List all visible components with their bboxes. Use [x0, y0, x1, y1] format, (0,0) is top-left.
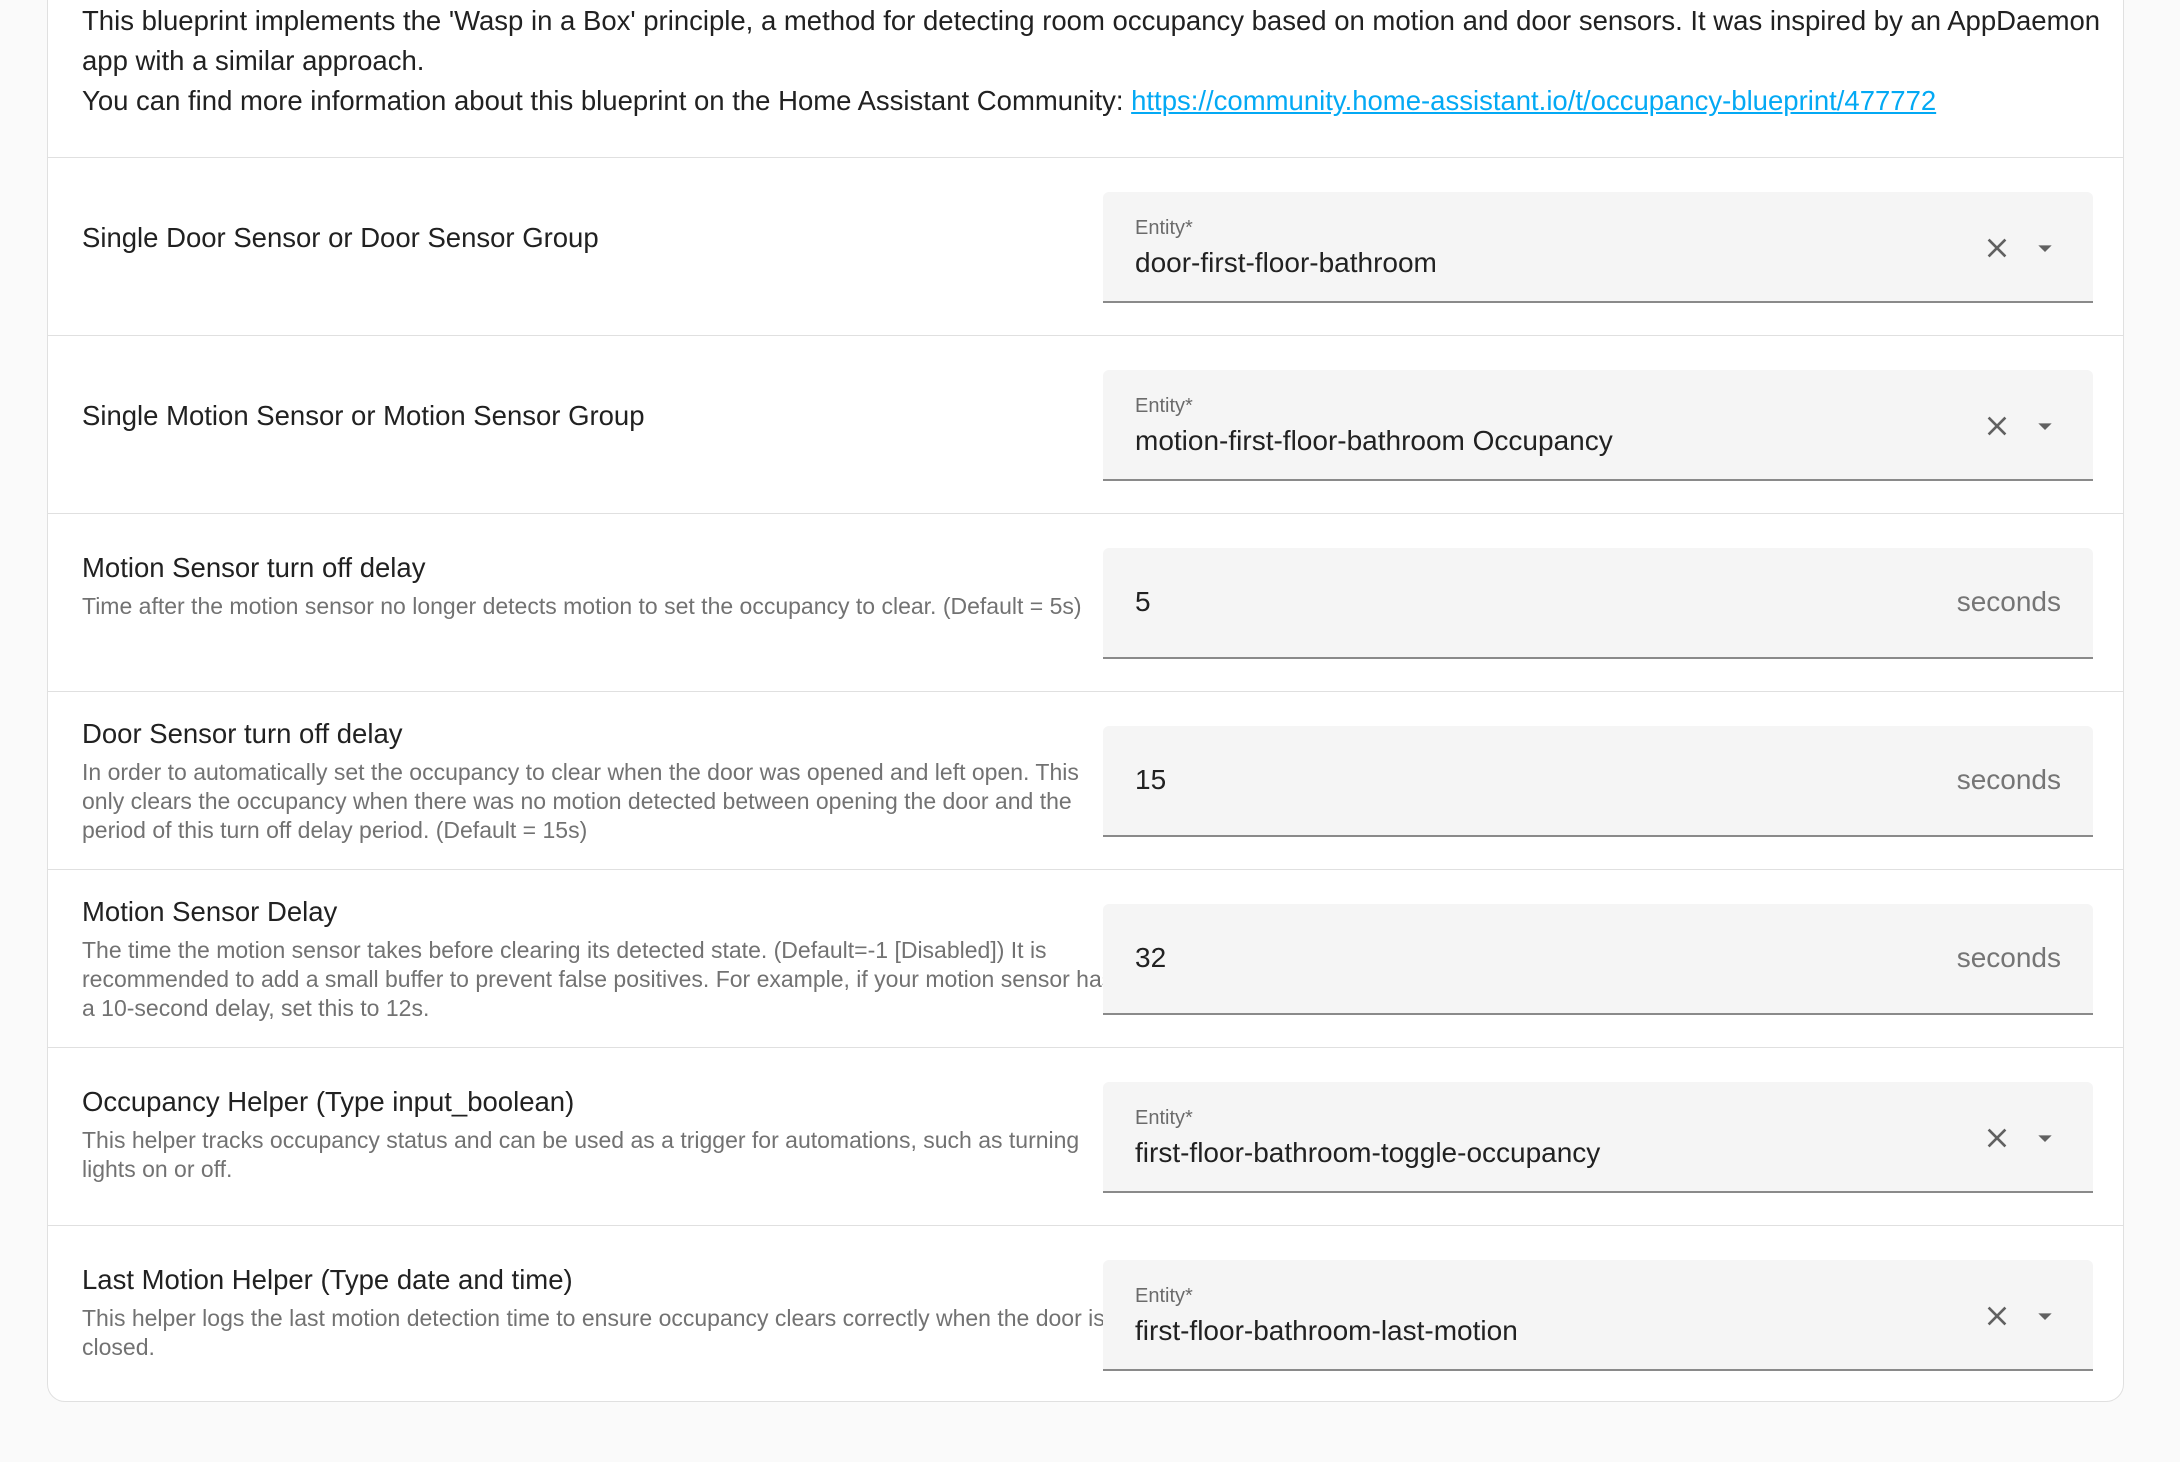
input-row-motion-sensor: Single Motion Sensor or Motion Sensor Gr… [48, 335, 2123, 513]
input-description: In order to automatically set the occupa… [82, 759, 1079, 843]
unit-suffix: seconds [1956, 942, 2061, 973]
input-description: The time the motion sensor takes before … [82, 937, 1114, 1021]
field-label: Entity* [1135, 217, 1193, 239]
description-community-line: You can find more information about this… [82, 81, 2102, 121]
blueprint-card: This blueprint implements the 'Wasp in a… [47, 0, 2124, 1402]
field-label: Entity* [1135, 1107, 1193, 1129]
close-icon[interactable] [1981, 410, 2013, 442]
close-icon[interactable] [1981, 1122, 2013, 1154]
field-label: Entity* [1135, 395, 1193, 417]
close-icon[interactable] [1981, 1300, 2013, 1332]
number-value[interactable]: 5 [1135, 585, 1151, 619]
door-sensor-entity-picker[interactable]: Entity* door-first-floor-bathroom [1103, 192, 2093, 303]
input-title: Single Motion Sensor or Motion Sensor Gr… [82, 400, 645, 431]
menu-down-icon[interactable] [2029, 410, 2061, 442]
field-label: Entity* [1135, 1285, 1193, 1307]
entity-value[interactable]: first-floor-bathroom-last-motion [1135, 1314, 1518, 1348]
input-title: Last Motion Helper (Type date and time) [82, 1264, 573, 1295]
input-title: Occupancy Helper (Type input_boolean) [82, 1086, 575, 1117]
input-row-occupancy-helper: Occupancy Helper (Type input_boolean) Th… [48, 1047, 2123, 1225]
menu-down-icon[interactable] [2029, 1122, 2061, 1154]
blueprint-description: This blueprint implements the 'Wasp in a… [82, 1, 2102, 121]
input-description: Time after the motion sensor no longer d… [82, 593, 1082, 619]
input-title: Door Sensor turn off delay [82, 718, 403, 749]
motion-sensor-delay-number-field[interactable]: 32 seconds [1103, 904, 2093, 1015]
menu-down-icon[interactable] [2029, 1300, 2061, 1332]
input-title: Motion Sensor turn off delay [82, 552, 426, 583]
input-row-last-motion-helper: Last Motion Helper (Type date and time) … [48, 1225, 2123, 1401]
unit-suffix: seconds [1956, 764, 2061, 795]
entity-value[interactable]: first-floor-bathroom-toggle-occupancy [1135, 1136, 1600, 1170]
description-text: This blueprint implements the 'Wasp in a… [82, 5, 2101, 76]
number-value[interactable]: 32 [1135, 941, 1166, 975]
input-title: Motion Sensor Delay [82, 896, 338, 927]
entity-value[interactable]: door-first-floor-bathroom [1135, 246, 1437, 280]
number-value[interactable]: 15 [1135, 763, 1166, 797]
input-row-motion-sensor-delay: Motion Sensor Delay The time the motion … [48, 869, 2123, 1047]
motion-off-delay-number-field[interactable]: 5 seconds [1103, 548, 2093, 659]
menu-down-icon[interactable] [2029, 232, 2061, 264]
input-row-door-sensor: Single Door Sensor or Door Sensor Group … [48, 157, 2123, 335]
input-title: Single Door Sensor or Door Sensor Group [82, 222, 599, 253]
door-off-delay-number-field[interactable]: 15 seconds [1103, 726, 2093, 837]
motion-sensor-entity-picker[interactable]: Entity* motion-first-floor-bathroom Occu… [1103, 370, 2093, 481]
description-community-prefix: You can find more information about this… [82, 85, 1132, 116]
unit-suffix: seconds [1956, 586, 2061, 617]
close-icon[interactable] [1981, 232, 2013, 264]
last-motion-helper-entity-picker[interactable]: Entity* first-floor-bathroom-last-motion [1103, 1260, 2093, 1371]
community-link[interactable]: https://community.home-assistant.io/t/oc… [1131, 85, 1936, 116]
input-description: This helper tracks occupancy status and … [82, 1127, 1080, 1182]
entity-value[interactable]: motion-first-floor-bathroom Occupancy [1135, 424, 1613, 458]
input-description: This helper logs the last motion detecti… [82, 1305, 1105, 1360]
occupancy-helper-entity-picker[interactable]: Entity* first-floor-bathroom-toggle-occu… [1103, 1082, 2093, 1193]
input-row-door-off-delay: Door Sensor turn off delay In order to a… [48, 691, 2123, 869]
input-row-motion-off-delay: Motion Sensor turn off delay Time after … [48, 513, 2123, 691]
